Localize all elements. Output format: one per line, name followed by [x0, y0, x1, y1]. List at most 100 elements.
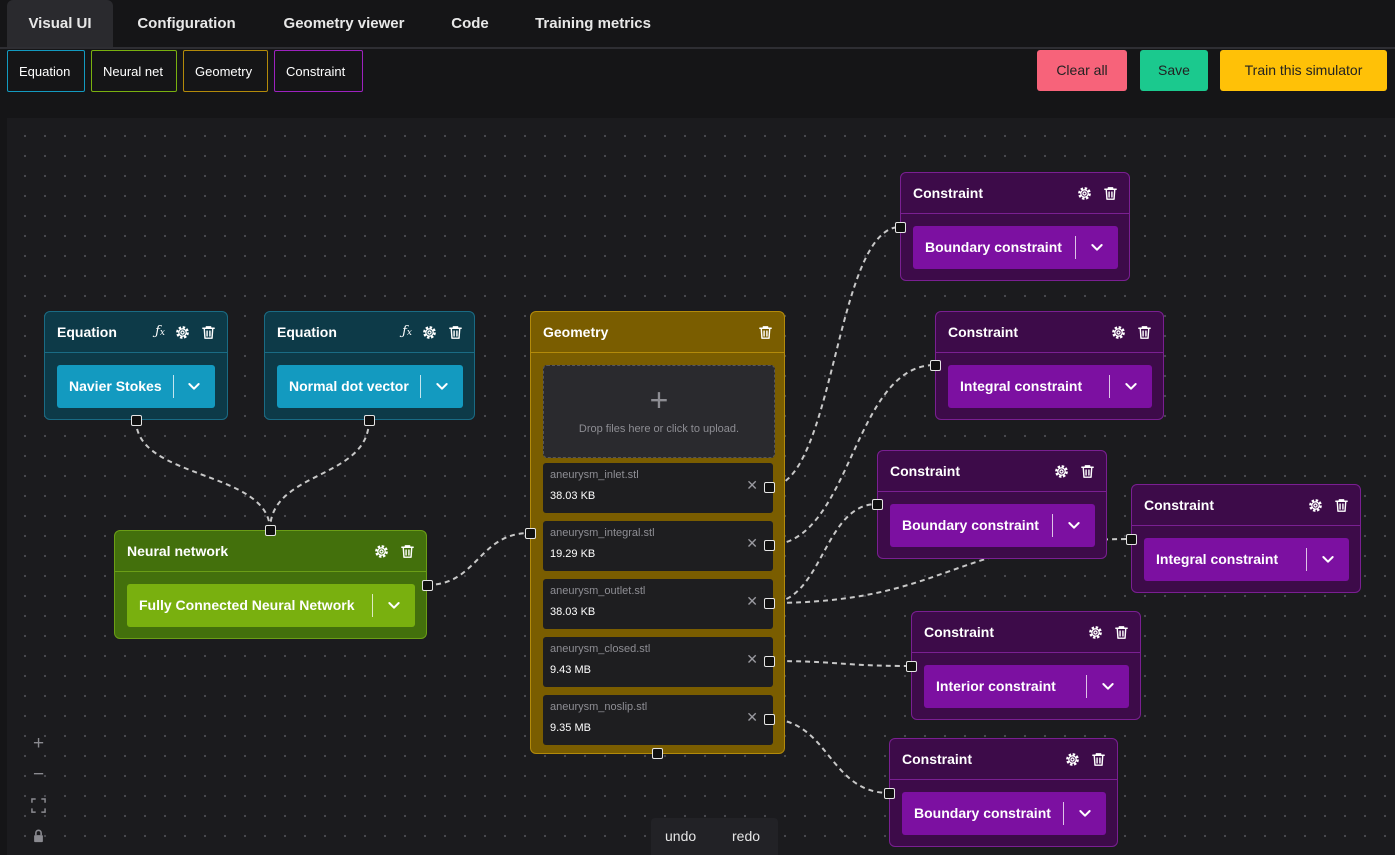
- input-handle[interactable]: [265, 525, 276, 536]
- node-header: Equation ƒx: [45, 312, 227, 353]
- input-handle[interactable]: [884, 788, 895, 799]
- chevron-down-icon: [434, 378, 450, 394]
- chevron-down-icon: [186, 378, 202, 394]
- constraint-select[interactable]: Boundary constraint: [913, 226, 1118, 269]
- trash-icon[interactable]: [1333, 497, 1350, 514]
- network-select[interactable]: Fully Connected Neural Network: [127, 584, 415, 627]
- trash-icon[interactable]: [200, 324, 217, 341]
- palette-geometry[interactable]: Geometry: [183, 50, 268, 92]
- equation-node-1[interactable]: Equation ƒx Navier Stokes: [44, 311, 228, 420]
- trash-icon[interactable]: [1136, 324, 1153, 341]
- constraint-node-2[interactable]: Constraint Integral constraint: [935, 311, 1164, 420]
- constraint-select[interactable]: Integral constraint: [948, 365, 1152, 408]
- zoom-out-icon[interactable]: −: [25, 761, 52, 788]
- redo-button[interactable]: redo: [732, 828, 760, 844]
- remove-file-icon[interactable]: ✕: [746, 535, 758, 552]
- select-value: Boundary constraint: [914, 805, 1051, 821]
- tab-configuration[interactable]: Configuration: [120, 0, 253, 47]
- node-header: Constraint: [936, 312, 1163, 353]
- file-handle[interactable]: [764, 540, 775, 551]
- trash-icon[interactable]: [1079, 463, 1096, 480]
- file-name: aneurysm_closed.stl: [550, 643, 651, 655]
- constraint-select[interactable]: Interior constraint: [924, 665, 1129, 708]
- trash-icon[interactable]: [399, 543, 416, 560]
- zoom-in-icon[interactable]: +: [25, 730, 52, 757]
- remove-file-icon[interactable]: ✕: [746, 651, 758, 668]
- file-handle[interactable]: [764, 714, 775, 725]
- train-simulator-button[interactable]: Train this simulator: [1220, 50, 1387, 91]
- gear-icon[interactable]: [174, 324, 191, 341]
- remove-file-icon[interactable]: ✕: [746, 477, 758, 494]
- node-header: Constraint: [912, 612, 1140, 653]
- output-handle[interactable]: [652, 748, 663, 759]
- constraint-node-5[interactable]: Constraint Interior constraint: [911, 611, 1141, 720]
- gear-icon[interactable]: [1110, 324, 1127, 341]
- constraint-select[interactable]: Boundary constraint: [902, 792, 1106, 835]
- clear-all-button[interactable]: Clear all: [1037, 50, 1127, 91]
- output-handle[interactable]: [422, 580, 433, 591]
- gear-icon[interactable]: [1064, 751, 1081, 768]
- trash-icon[interactable]: [1090, 751, 1107, 768]
- tab-training-metrics[interactable]: Training metrics: [520, 0, 666, 47]
- node-header: Constraint: [1132, 485, 1360, 526]
- constraint-node-1[interactable]: Constraint Boundary constraint: [900, 172, 1130, 281]
- file-handle[interactable]: [764, 598, 775, 609]
- gear-icon[interactable]: [1087, 624, 1104, 641]
- neural-network-node[interactable]: Neural network Fully Connected Neural Ne…: [114, 530, 427, 639]
- select-value: Integral constraint: [960, 378, 1083, 394]
- gear-icon[interactable]: [421, 324, 438, 341]
- save-button[interactable]: Save: [1140, 50, 1208, 91]
- constraint-node-3[interactable]: Constraint Boundary constraint: [877, 450, 1107, 559]
- trash-icon[interactable]: [1102, 185, 1119, 202]
- trash-icon[interactable]: [447, 324, 464, 341]
- remove-file-icon[interactable]: ✕: [746, 593, 758, 610]
- input-handle[interactable]: [1126, 534, 1137, 545]
- equation-select[interactable]: Normal dot vector: [277, 365, 463, 408]
- file-size: 9.35 MB: [550, 722, 591, 734]
- undo-button[interactable]: undo: [665, 828, 696, 844]
- tab-visual-ui[interactable]: Visual UI: [7, 0, 113, 47]
- output-handle[interactable]: [364, 415, 375, 426]
- file-dropzone[interactable]: + Drop files here or click to upload.: [543, 365, 775, 458]
- file-item: aneurysm_noslip.stl 9.35 MB ✕: [543, 695, 773, 745]
- gear-icon[interactable]: [1076, 185, 1093, 202]
- remove-file-icon[interactable]: ✕: [746, 709, 758, 726]
- node-title: Neural network: [127, 543, 229, 559]
- constraint-node-6[interactable]: Constraint Boundary constraint: [889, 738, 1118, 847]
- constraint-node-4[interactable]: Constraint Integral constraint: [1131, 484, 1361, 593]
- palette-neural-net[interactable]: Neural net: [91, 50, 177, 92]
- palette-equation[interactable]: Equation: [7, 50, 85, 92]
- input-handle[interactable]: [872, 499, 883, 510]
- constraint-select[interactable]: Integral constraint: [1144, 538, 1349, 581]
- file-name: aneurysm_inlet.stl: [550, 469, 639, 481]
- palette-constraint[interactable]: Constraint: [274, 50, 363, 92]
- equation-select[interactable]: Navier Stokes: [57, 365, 215, 408]
- gear-icon[interactable]: [1053, 463, 1070, 480]
- trash-icon[interactable]: [1113, 624, 1130, 641]
- input-handle[interactable]: [930, 360, 941, 371]
- node-title: Constraint: [890, 463, 960, 479]
- output-handle[interactable]: [131, 415, 142, 426]
- select-divider: [1306, 548, 1307, 571]
- geometry-node[interactable]: Geometry + Drop files here or click to u…: [530, 311, 785, 754]
- trash-icon[interactable]: [757, 324, 774, 341]
- node-header: Equation ƒx: [265, 312, 474, 353]
- input-handle[interactable]: [525, 528, 536, 539]
- equation-node-2[interactable]: Equation ƒx Normal dot vector: [264, 311, 475, 420]
- select-divider: [1052, 514, 1053, 537]
- lock-icon[interactable]: [25, 823, 52, 850]
- constraint-select[interactable]: Boundary constraint: [890, 504, 1095, 547]
- gear-icon[interactable]: [1307, 497, 1324, 514]
- gear-icon[interactable]: [373, 543, 390, 560]
- file-handle[interactable]: [764, 656, 775, 667]
- input-handle[interactable]: [906, 661, 917, 672]
- input-handle[interactable]: [895, 222, 906, 233]
- file-size: 38.03 KB: [550, 606, 596, 618]
- function-icon[interactable]: ƒx: [402, 312, 412, 353]
- file-handle[interactable]: [764, 482, 775, 493]
- select-value: Fully Connected Neural Network: [139, 597, 355, 613]
- function-icon[interactable]: ƒx: [155, 312, 165, 353]
- tab-geometry-viewer[interactable]: Geometry viewer: [268, 0, 420, 47]
- tab-code[interactable]: Code: [437, 0, 503, 47]
- fit-view-icon[interactable]: [25, 792, 52, 819]
